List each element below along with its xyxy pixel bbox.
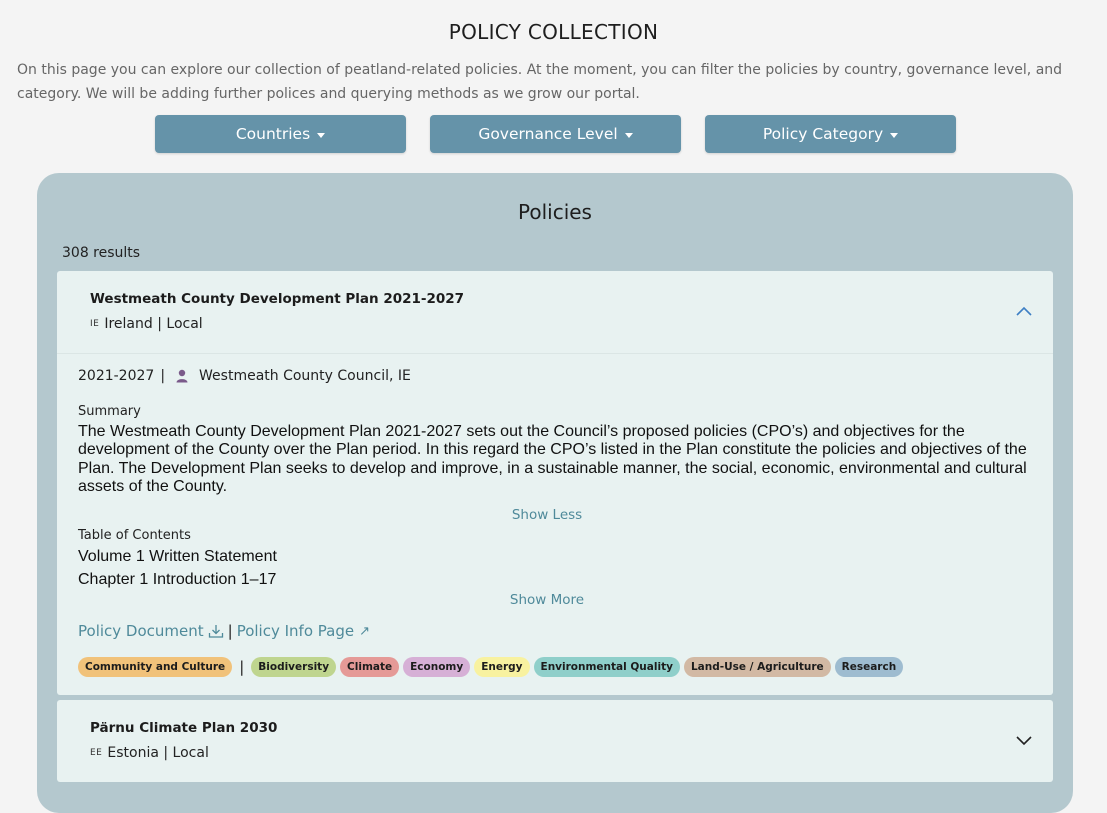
show-more-link[interactable]: Show More (57, 592, 1037, 608)
policy-card-header[interactable]: Westmeath County Development Plan 2021-2… (57, 271, 1053, 354)
policy-links: Policy Document | Policy Info Page ↗ (78, 622, 370, 640)
policy-card-header[interactable]: Pärnu Climate Plan 2030 EE Estonia | Loc… (57, 700, 1053, 782)
countries-dropdown-button[interactable]: Countries (155, 115, 406, 153)
toc-item: Volume 1 Written Statement (78, 548, 277, 565)
caret-down-icon (890, 132, 899, 138)
policy-title: Westmeath County Development Plan 2021-2… (90, 291, 465, 307)
policy-card: Pärnu Climate Plan 2030 EE Estonia | Loc… (57, 700, 1053, 782)
show-less-label[interactable]: Show Less (512, 507, 582, 523)
country-name: Estonia (107, 745, 159, 761)
caret-down-icon (624, 132, 633, 138)
toc-item: Chapter 1 Introduction 1–17 (78, 571, 277, 588)
separator: | (152, 316, 167, 332)
intro-text: On this page you can explore our collect… (17, 62, 1063, 102)
policy-document-link[interactable]: Policy Document (78, 622, 204, 640)
chevron-down-icon[interactable] (1015, 734, 1033, 746)
policy-card: Westmeath County Development Plan 2021-2… (57, 271, 1053, 695)
separator: | (239, 658, 245, 676)
governance-level-label: Governance Level (478, 125, 618, 143)
countries-label: Countries (235, 125, 311, 143)
person-icon (176, 369, 188, 383)
results-count: 308 results (62, 245, 141, 261)
policies-panel: Policies 308 results Westmeath County De… (37, 173, 1073, 813)
caret-down-icon (317, 132, 326, 138)
policy-title: Pärnu Climate Plan 2030 (90, 720, 278, 736)
tag-biodiversity[interactable]: Biodiversity (251, 657, 337, 677)
governance-level-dropdown-button[interactable]: Governance Level (430, 115, 681, 153)
tag-land-use-agriculture[interactable]: Land-Use / Agriculture (683, 657, 831, 677)
governance-level: Local (172, 745, 209, 761)
download-icon[interactable] (208, 624, 224, 638)
policy-category-dropdown-button[interactable]: Policy Category (705, 115, 956, 153)
policy-author: Westmeath County Council, IE (199, 368, 411, 384)
separator: | (227, 622, 233, 640)
toc-label: Table of Contents (78, 528, 191, 543)
governance-level: Local (166, 316, 203, 332)
policy-location: IE Ireland | Local (90, 316, 203, 332)
country-code: IE (90, 319, 100, 329)
policy-location: EE Estonia | Local (90, 745, 209, 761)
show-less-link[interactable]: Show Less (57, 507, 1037, 523)
country-name: Ireland (104, 316, 153, 332)
tag-economy[interactable]: Economy (403, 657, 471, 677)
tag-research[interactable]: Research (834, 657, 904, 677)
external-link-icon[interactable]: ↗ (359, 624, 370, 639)
policy-category-label: Policy Category (762, 125, 884, 143)
tag-climate[interactable]: Climate (340, 657, 400, 677)
policy-meta: 2021-2027 | Westmeath County Council, IE (78, 368, 411, 384)
separator: | (160, 368, 166, 384)
page-title: POLICY COLLECTION (448, 20, 659, 44)
panel-title: Policies (518, 200, 592, 224)
summary-text: The Westmeath County Development Plan 20… (78, 423, 1027, 495)
summary-label: Summary (78, 404, 141, 419)
tag-energy[interactable]: Energy (474, 657, 530, 677)
tag-list: Community and Culture | Biodiversity Cli… (78, 657, 904, 677)
tag-environmental-quality[interactable]: Environmental Quality (533, 657, 680, 677)
policy-info-page-link[interactable]: Policy Info Page (237, 622, 354, 640)
separator: | (158, 745, 173, 761)
country-code: EE (90, 748, 103, 758)
chevron-up-icon[interactable] (1015, 305, 1033, 317)
policy-years: 2021-2027 (78, 368, 155, 384)
tag-community-and-culture[interactable]: Community and Culture (78, 657, 233, 677)
show-more-label[interactable]: Show More (510, 592, 584, 608)
